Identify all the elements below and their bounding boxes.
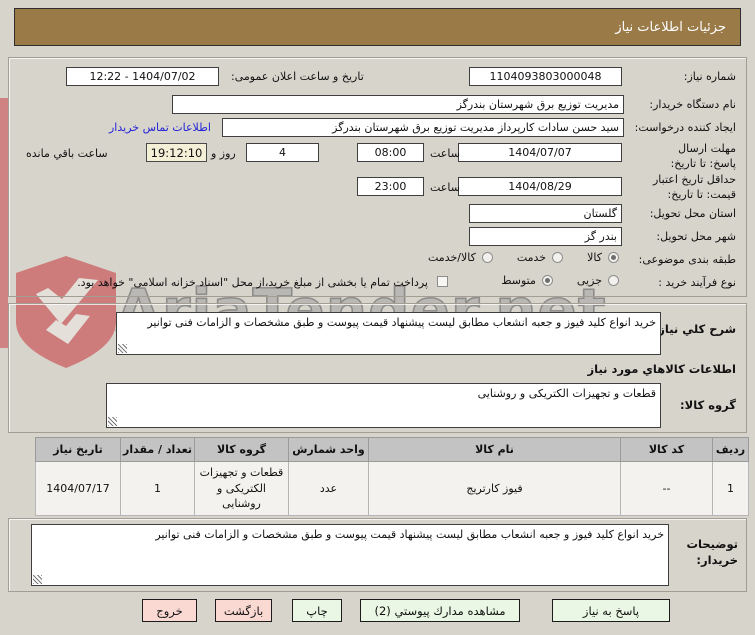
days-label: روز و	[211, 147, 236, 160]
price-validity-time-input[interactable]	[357, 177, 424, 196]
description-label: شرح كلي نياز:	[653, 322, 736, 336]
radio-goods-service-icon	[481, 252, 493, 263]
radio-service-label: خدمت	[516, 251, 547, 264]
classification-radiogroup: کالا خدمت کالا/خدمت	[428, 251, 619, 264]
province-input[interactable]	[469, 204, 622, 223]
table-header-row: ردیف کد کالا نام کالا واحد شمارش گروه کا…	[35, 437, 749, 462]
buyer-org-input[interactable]	[172, 95, 624, 114]
buyer-notes-box: توضیحات خریدار: خرید انواع کلید فیوز و ج…	[8, 518, 747, 592]
radio-goods-label: کالا	[587, 251, 602, 264]
need-number-label: شماره نیاز:	[683, 70, 736, 83]
buyer-org-label: نام دستگاه خریدار:	[649, 98, 736, 111]
back-button[interactable]: بازگشت	[215, 599, 272, 622]
price-validity-label: حداقل تاریخ اعتبار قیمت: تا تاریخ:	[652, 173, 736, 201]
table-row: 1 -- فیوز کارتریج عدد قطعات و تجهیزات ال…	[35, 461, 749, 516]
radio-service-icon	[552, 252, 564, 263]
radio-partial-icon	[608, 275, 619, 286]
col-group: گروه کالا	[194, 437, 289, 462]
watermark-edge-strip	[0, 98, 8, 348]
cell-group: قطعات و تجهیزات الکتریکی و روشنایی	[194, 461, 289, 516]
col-unit: واحد شمارش	[288, 437, 369, 462]
goods-group-textarea[interactable]: قطعات و تجهیزات الکتریکی و روشنایی	[106, 383, 661, 428]
page-title: جزئیات اطلاعات نیاز	[14, 8, 741, 46]
cell-row: 1	[712, 461, 749, 516]
print-button[interactable]: چاپ	[292, 599, 342, 622]
deadline-time-input[interactable]	[357, 143, 424, 162]
radio-goods-service-label: کالا/خدمت	[428, 251, 476, 264]
radio-medium[interactable]: متوسط	[501, 274, 553, 287]
radio-goods-service[interactable]: کالا/خدمت	[428, 251, 493, 264]
radio-goods[interactable]: کالا	[587, 251, 619, 264]
deadline-label: مهلت ارسال پاسخ: تا تاریخ:	[670, 142, 736, 170]
description-textarea[interactable]: خرید انواع کلید فیوز و جعبه انشعاب مطابق…	[116, 312, 661, 355]
goods-info-header: اطلاعات كالاهاي مورد نياز	[587, 362, 736, 376]
cell-qty: 1	[120, 461, 195, 516]
deadline-date-input[interactable]	[458, 143, 622, 162]
col-code: کد کالا	[620, 437, 713, 462]
respond-button[interactable]: پاسخ به نیاز	[552, 599, 670, 622]
exit-button[interactable]: خروج	[142, 599, 197, 622]
treasury-checkbox[interactable]	[437, 276, 448, 287]
col-row: ردیف	[712, 437, 749, 462]
countdown-timer: 19:12:10	[146, 143, 207, 162]
cell-code: --	[620, 461, 713, 516]
deadline-hour-label: ساعت	[430, 147, 460, 160]
creator-input[interactable]	[222, 118, 624, 137]
city-input[interactable]	[469, 227, 622, 246]
col-qty: تعداد / مقدار	[120, 437, 195, 462]
treasury-note: پرداخت تمام یا بخشی از مبلغ خرید،از محل …	[77, 276, 428, 289]
buyer-notes-label: توضیحات خریدار:	[686, 537, 739, 567]
process-type-radiogroup: جزیی متوسط	[501, 274, 619, 287]
goods-table: ردیف کد کالا نام کالا واحد شمارش گروه کا…	[35, 437, 749, 516]
price-validity-hour-label: ساعت	[430, 181, 460, 194]
process-type-label: نوع فرآیند خرید :	[658, 276, 736, 289]
radio-service[interactable]: خدمت	[516, 251, 564, 264]
view-docs-button[interactable]: مشاهده مدارك پیوستي (2)	[360, 599, 520, 622]
province-label: استان محل تحویل:	[649, 207, 736, 220]
need-number-input[interactable]	[469, 67, 622, 86]
radio-medium-label: متوسط	[501, 274, 536, 287]
price-validity-date-input[interactable]	[458, 177, 622, 196]
announce-datetime-input[interactable]	[66, 67, 219, 86]
goods-group-label: گروه كالا:	[680, 398, 736, 412]
request-info-box: شماره نیاز: تاریخ و ساعت اعلان عمومی: نا…	[8, 57, 747, 297]
radio-partial[interactable]: جزیی	[577, 274, 619, 287]
buyer-contact-link[interactable]: اطلاعات تماس خریدار	[109, 121, 211, 134]
need-description-box: شرح كلي نياز: خرید انواع کلید فیوز و جعب…	[8, 303, 747, 433]
need-details-page: AriaTender.net جزئیات اطلاعات نیاز شماره…	[0, 0, 755, 635]
buyer-notes-textarea[interactable]: خرید انواع کلید فیوز و جعبه انشعاب مطابق…	[31, 524, 669, 586]
announce-label: تاریخ و ساعت اعلان عمومی:	[231, 70, 364, 83]
remaining-label: ساعت باقي مانده	[26, 147, 108, 160]
creator-label: ایجاد کننده درخواست:	[634, 121, 736, 134]
radio-partial-label: جزیی	[576, 274, 602, 287]
cell-unit: عدد	[288, 461, 369, 516]
city-label: شهر محل تحویل:	[656, 230, 736, 243]
col-name: نام کالا	[368, 437, 621, 462]
cell-name: فیوز کارتریج	[368, 461, 621, 516]
classification-label: طبقه بندی موضوعی:	[638, 253, 736, 266]
col-need-date: تاریخ نیاز	[35, 437, 121, 462]
cell-need-date: 1404/07/17	[35, 461, 121, 516]
radio-medium-icon	[541, 275, 553, 286]
radio-goods-icon	[608, 252, 619, 263]
remaining-days-input[interactable]	[246, 143, 319, 162]
